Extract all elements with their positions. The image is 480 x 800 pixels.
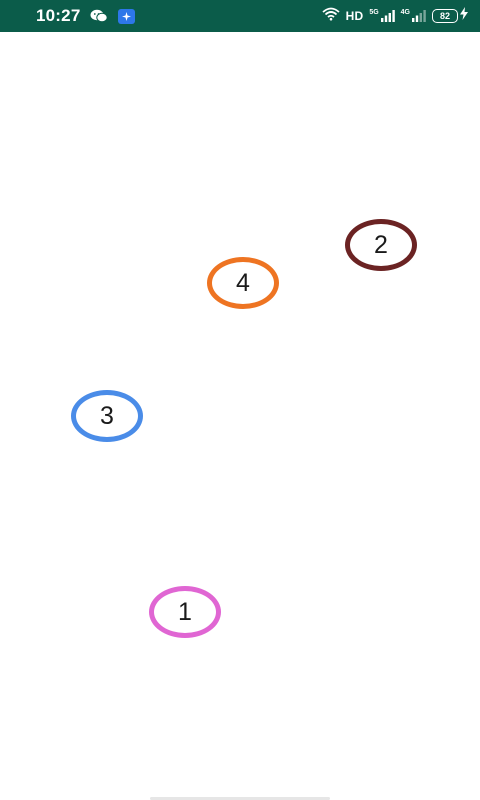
battery-level: 82 bbox=[432, 9, 458, 23]
wechat-icon bbox=[90, 9, 109, 23]
signal-5g-label: 5G bbox=[369, 9, 379, 16]
signal-5g-icon: 5G bbox=[369, 9, 395, 22]
status-time: 10:27 bbox=[36, 6, 81, 25]
status-right: HD 5G 4G 82 bbox=[321, 7, 468, 26]
circle-marker-4[interactable]: 4 bbox=[207, 257, 279, 309]
signal-4g-icon: 4G bbox=[400, 9, 426, 22]
hd-label: HD bbox=[345, 9, 364, 23]
app-notification-icon bbox=[118, 8, 136, 24]
status-left: 10:27 bbox=[36, 6, 136, 26]
battery-indicator: 82 bbox=[432, 7, 468, 25]
circle-marker-2[interactable]: 2 bbox=[345, 219, 417, 271]
charging-bolt-icon bbox=[460, 7, 468, 25]
wifi-icon bbox=[321, 7, 340, 26]
circle-marker-1[interactable]: 1 bbox=[149, 586, 221, 638]
status-bar: 10:27 HD 5G 4G 82 bbox=[0, 0, 480, 32]
canvas-area: 1 2 3 4 bbox=[0, 32, 480, 800]
circle-marker-3[interactable]: 3 bbox=[71, 390, 143, 442]
signal-4g-label: 4G bbox=[400, 9, 410, 16]
